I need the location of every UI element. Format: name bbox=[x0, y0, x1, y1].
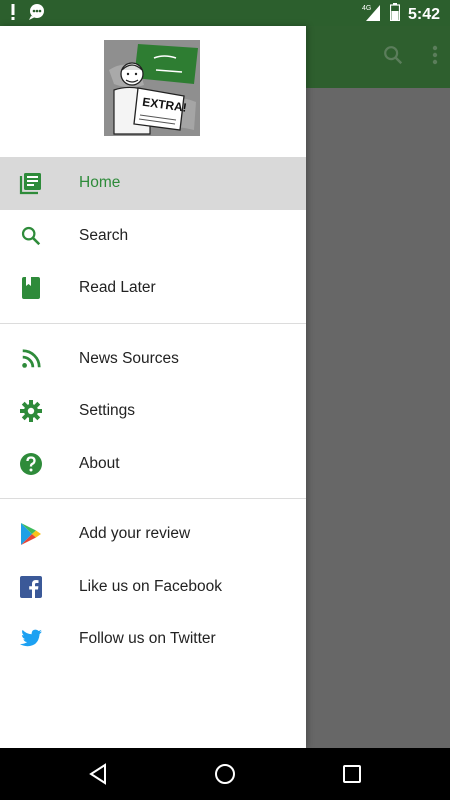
drawer-item-label: Search bbox=[79, 226, 129, 244]
drawer-item-label: Settings bbox=[79, 402, 136, 420]
drawer-item-label: Home bbox=[79, 174, 121, 192]
home-news-icon bbox=[19, 171, 43, 195]
back-icon[interactable] bbox=[86, 762, 110, 786]
battery-icon bbox=[389, 3, 401, 26]
overflow-menu-icon[interactable] bbox=[432, 45, 438, 70]
drawer-item-label: Follow us on Twitter bbox=[79, 630, 216, 648]
drawer-menu: Home Search Read Later News Sources Sett… bbox=[0, 157, 306, 666]
drawer-item-about[interactable]: About bbox=[0, 438, 306, 491]
drawer-item-label: About bbox=[79, 454, 120, 472]
twitter-icon bbox=[19, 627, 43, 651]
drawer-item-home[interactable]: Home bbox=[0, 157, 306, 210]
home-icon[interactable] bbox=[213, 762, 237, 786]
navigation-drawer: EXTRA! Home Search Read Later News Sourc… bbox=[0, 26, 306, 748]
drawer-item-twitter[interactable]: Follow us on Twitter bbox=[0, 613, 306, 666]
drawer-item-search[interactable]: Search bbox=[0, 210, 306, 263]
menu-divider bbox=[0, 498, 306, 499]
drawer-item-label: Add your review bbox=[79, 525, 191, 543]
system-nav-bar bbox=[0, 748, 450, 800]
gear-icon bbox=[19, 399, 43, 423]
drawer-item-label: Read Later bbox=[79, 279, 156, 297]
alert-icon bbox=[10, 4, 16, 25]
drawer-item-settings[interactable]: Settings bbox=[0, 385, 306, 438]
rss-icon bbox=[19, 347, 43, 371]
search-icon[interactable] bbox=[382, 44, 404, 71]
drawer-item-news-sources[interactable]: News Sources bbox=[0, 333, 306, 386]
status-time: 5:42 bbox=[407, 5, 440, 23]
drawer-item-label: Like us on Facebook bbox=[79, 577, 223, 595]
search-icon bbox=[19, 224, 43, 248]
status-bar: 4G 5:42 bbox=[0, 0, 450, 26]
drawer-item-add-review[interactable]: Add your review bbox=[0, 508, 306, 561]
facebook-icon bbox=[19, 575, 43, 599]
chat-bubble-icon bbox=[28, 4, 46, 25]
drawer-item-read-later[interactable]: Read Later bbox=[0, 262, 306, 315]
help-icon bbox=[19, 452, 43, 476]
play-store-icon bbox=[19, 522, 43, 546]
network-label: 4G bbox=[362, 5, 371, 12]
recents-icon[interactable] bbox=[340, 762, 364, 786]
bookmark-book-icon bbox=[19, 276, 43, 300]
app-logo: EXTRA! bbox=[104, 40, 200, 136]
signal-icon: 4G bbox=[362, 3, 382, 26]
drawer-item-facebook[interactable]: Like us on Facebook bbox=[0, 561, 306, 614]
menu-divider bbox=[0, 322, 306, 324]
drawer-item-label: News Sources bbox=[79, 349, 179, 367]
drawer-header: EXTRA! bbox=[0, 26, 306, 157]
